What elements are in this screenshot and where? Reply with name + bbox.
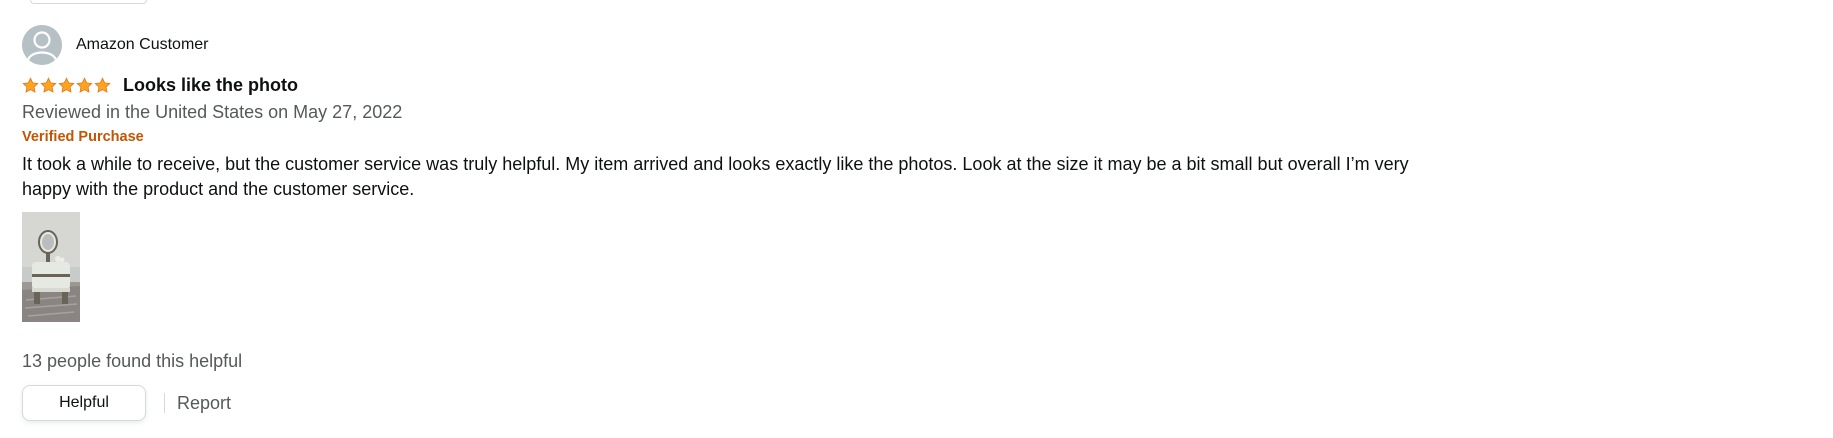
- star-icon: [94, 76, 111, 93]
- avatar: [22, 25, 62, 65]
- star-icon: [22, 76, 39, 93]
- star-icon: [40, 76, 57, 93]
- reviewer-name[interactable]: Amazon Customer: [76, 36, 209, 54]
- user-avatar-icon: [22, 25, 62, 65]
- star-icon: [58, 76, 75, 93]
- reviewer-profile[interactable]: Amazon Customer: [22, 24, 1462, 66]
- review-actions: Helpful Report: [22, 385, 1462, 421]
- review-date: Reviewed in the United States on May 27,…: [22, 102, 403, 122]
- review-image-thumbnail[interactable]: [22, 212, 80, 322]
- review-text: It took a while to receive, but the cust…: [22, 154, 1409, 199]
- helpful-button[interactable]: Helpful: [22, 385, 146, 421]
- star-rating[interactable]: [22, 76, 111, 94]
- vanity-photo: [22, 212, 80, 322]
- star-icon: [76, 76, 93, 93]
- review-page: Amazon Customer Looks like the photo Rev…: [0, 0, 1833, 438]
- action-divider: [164, 393, 165, 413]
- customer-review: Amazon Customer Looks like the photo Rev…: [22, 24, 1462, 421]
- review-title-row: Looks like the photo: [22, 72, 1462, 98]
- report-link[interactable]: Report: [177, 393, 231, 414]
- verified-purchase-badge: Verified Purchase: [22, 129, 144, 145]
- review-title[interactable]: Looks like the photo: [123, 75, 298, 96]
- previous-button-edge: [30, 0, 147, 4]
- helpful-count: 13 people found this helpful: [22, 351, 243, 371]
